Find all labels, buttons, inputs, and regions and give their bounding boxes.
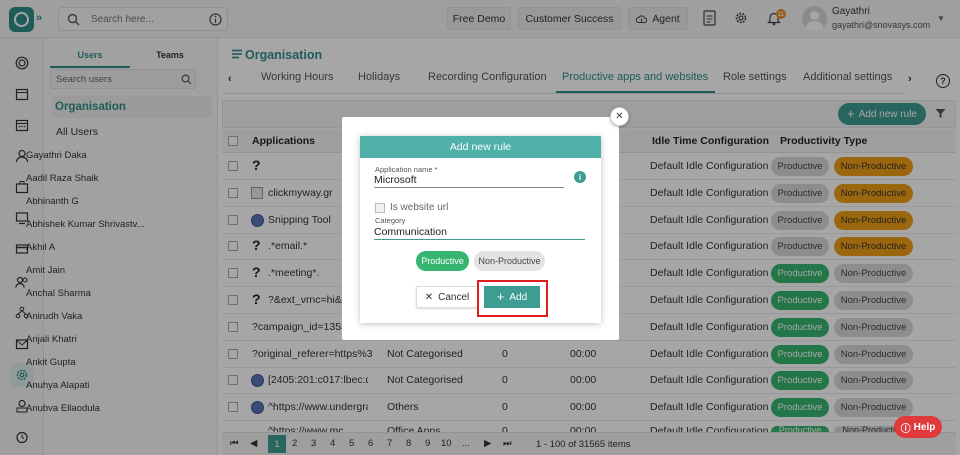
productive-toggle-button[interactable]: Productive	[416, 251, 469, 271]
help-label: Help	[913, 421, 936, 433]
cancel-label: Cancel	[438, 291, 470, 303]
highlight-box	[477, 280, 548, 317]
info-icon[interactable]: i	[574, 171, 586, 183]
help-button[interactable]: ⓘ Help	[894, 416, 942, 438]
website-url-checkbox[interactable]	[375, 203, 385, 213]
close-icon: ✕	[424, 291, 434, 303]
dialog-title: Add new rule	[360, 136, 601, 158]
application-name-input[interactable]	[374, 172, 564, 188]
help-circle-icon: ⓘ	[900, 423, 911, 435]
nonproductive-toggle-button[interactable]: Non-Productive	[474, 251, 545, 271]
cancel-button[interactable]: ✕ Cancel	[416, 286, 478, 308]
close-icon[interactable]: ✕	[610, 107, 629, 126]
website-url-label: Is website url	[390, 202, 449, 213]
category-input[interactable]	[374, 224, 585, 240]
